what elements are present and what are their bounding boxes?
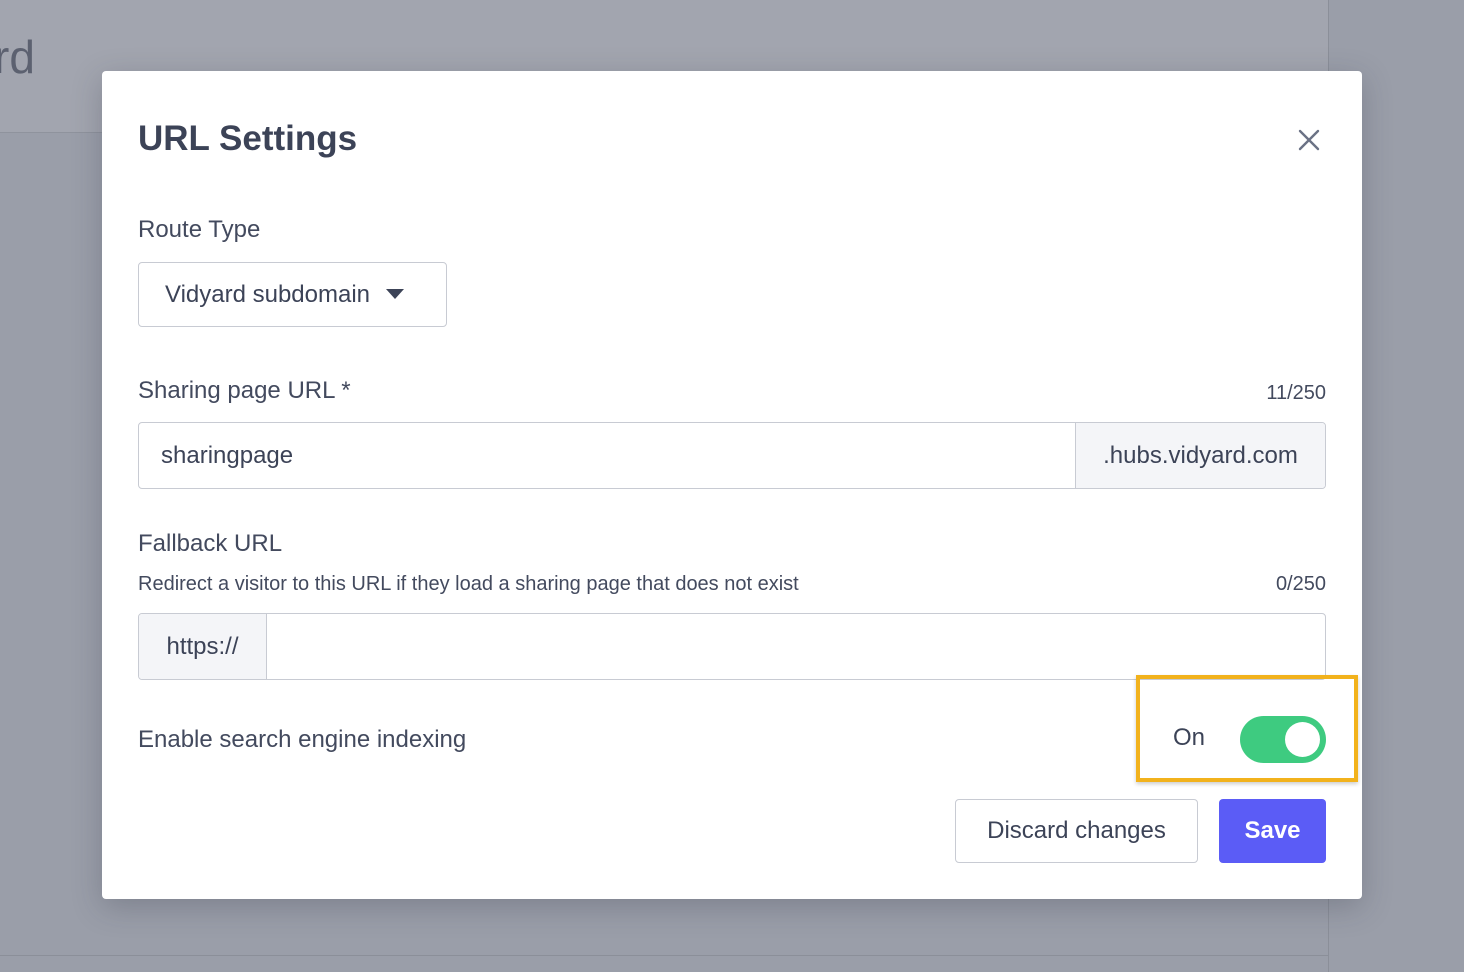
route-type-select[interactable]: Vidyard subdomain xyxy=(138,262,447,327)
close-icon xyxy=(1298,129,1320,151)
toggle-state-label: On xyxy=(1173,724,1206,751)
discard-changes-button[interactable]: Discard changes xyxy=(955,799,1198,863)
background-logo-fragment: rd xyxy=(0,31,35,83)
fallback-url-helper-text: Redirect a visitor to this URL if they l… xyxy=(138,573,799,595)
background-divider xyxy=(0,955,1328,956)
fallback-url-label: Fallback URL xyxy=(138,530,283,557)
fallback-url-input[interactable] xyxy=(267,614,1325,679)
sharing-url-char-counter: 11/250 xyxy=(1266,382,1326,404)
fallback-url-input-group: https:// xyxy=(138,613,1326,680)
route-type-selected-value: Vidyard subdomain xyxy=(165,280,371,308)
toggle-knob xyxy=(1285,722,1320,757)
save-button[interactable]: Save xyxy=(1219,799,1326,863)
sharing-url-input-group: .hubs.vidyard.com xyxy=(138,422,1326,489)
sharing-url-input[interactable] xyxy=(139,423,1075,488)
search-indexing-toggle[interactable] xyxy=(1240,716,1326,763)
sharing-url-label: Sharing page URL * xyxy=(138,377,351,404)
caret-down-icon xyxy=(386,289,405,300)
route-type-label: Route Type xyxy=(138,216,261,243)
sharing-url-domain-suffix: .hubs.vidyard.com xyxy=(1075,423,1325,488)
modal-title: URL Settings xyxy=(138,119,358,158)
url-settings-modal: URL Settings Route Type Vidyard subdomai… xyxy=(102,71,1362,899)
fallback-url-char-counter: 0/250 xyxy=(1275,573,1326,595)
fallback-url-protocol-prefix: https:// xyxy=(139,614,267,679)
close-button[interactable] xyxy=(1292,123,1326,157)
search-indexing-label: Enable search engine indexing xyxy=(138,726,467,753)
